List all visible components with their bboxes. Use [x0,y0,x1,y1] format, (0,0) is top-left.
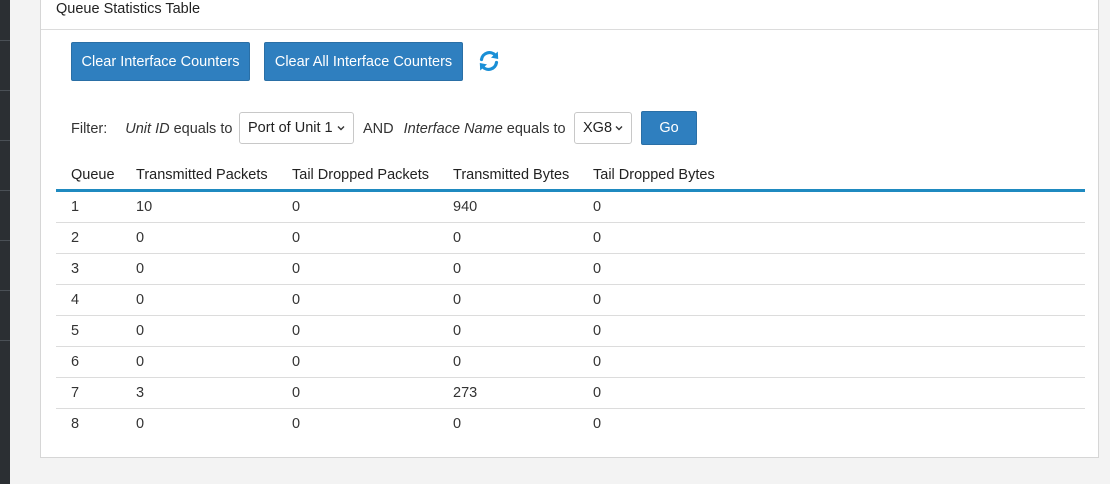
table-row: 5 0 0 0 0 [56,315,1085,347]
interface-name-field-label: Interface Name [403,121,503,137]
filter-label: Filter: [71,121,108,137]
cell-tail-dropped-bytes: 0 [578,315,1085,347]
cell-queue: 8 [71,416,80,432]
chevron-down-icon [615,126,623,131]
unit-id-select[interactable]: Port of Unit 1 [239,112,354,144]
unit-id-select-value: Port of Unit 1 [248,120,333,136]
clear-interface-counters-button[interactable]: Clear Interface Counters [71,42,250,81]
cell-tail-dropped-bytes: 0 [578,190,1085,223]
left-nav-strip [0,0,10,484]
clear-all-interface-counters-button[interactable]: Clear All Interface Counters [264,42,463,81]
cell-tail-dropped-packets: 0 [277,222,438,254]
cell-tail-dropped-packets: 0 [292,416,301,432]
cell-transmitted-bytes: 0 [438,315,578,347]
interface-name-select[interactable]: XG8 [574,112,632,144]
cell-tail-dropped-bytes: 0 [578,222,1085,254]
cell-transmitted-bytes: 940 [438,190,578,223]
cell-tail-dropped-packets: 0 [277,190,438,223]
cell-transmitted-bytes: 0 [453,416,462,432]
table-header-row: Queue Transmitted Packets Tail Dropped P… [56,160,1085,192]
nav-divider [0,240,10,241]
unit-id-field-label: Unit ID [125,121,170,137]
table-row: 1 10 0 940 0 [56,190,1085,223]
column-header-transmitted-bytes[interactable]: Transmitted Bytes [438,160,578,192]
equals-to-label: equals to [506,121,566,137]
cell-tail-dropped-bytes: 0 [578,284,1085,316]
cell-queue: 1 [56,190,121,223]
cell-tail-dropped-bytes: 0 [578,253,1085,285]
table-row: 2 0 0 0 0 [56,222,1085,254]
nav-divider [0,290,10,291]
table-row: 7 3 0 273 0 [56,377,1085,409]
table-row: 3 0 0 0 0 [56,253,1085,285]
queue-statistics-panel: Queue Statistics Table Clear Interface C… [40,0,1099,458]
cell-transmitted-packets: 0 [136,416,145,432]
cell-transmitted-bytes: 0 [438,253,578,285]
cell-transmitted-bytes: 273 [438,377,578,409]
cell-tail-dropped-bytes: 0 [593,416,602,432]
column-header-queue[interactable]: Queue [56,160,121,192]
cell-tail-dropped-packets: 0 [277,315,438,347]
cell-tail-dropped-bytes: 0 [578,377,1085,409]
table-row: 8 0 0 0 0 [56,409,1085,440]
cell-tail-dropped-bytes: 0 [578,346,1085,378]
cell-tail-dropped-packets: 0 [277,377,438,409]
cell-transmitted-bytes: 0 [438,222,578,254]
equals-to-label: equals to [173,121,233,137]
column-header-tail-dropped-bytes[interactable]: Tail Dropped Bytes [578,160,1085,192]
cell-tail-dropped-packets: 0 [277,253,438,285]
cell-queue: 4 [56,284,121,316]
cell-transmitted-bytes: 0 [438,346,578,378]
cell-transmitted-packets: 3 [121,377,277,409]
cell-transmitted-packets: 10 [121,190,277,223]
cell-transmitted-packets: 0 [121,222,277,254]
cell-queue: 7 [56,377,121,409]
cell-transmitted-packets: 0 [121,346,277,378]
cell-queue: 3 [56,253,121,285]
filter-bar: Filter: Unit ID equals to [71,112,232,146]
chevron-down-icon [337,126,345,131]
cell-transmitted-packets: 0 [121,284,277,316]
column-header-transmitted-packets[interactable]: Transmitted Packets [121,160,277,192]
interface-name-select-value: XG8 [583,120,613,136]
cell-transmitted-packets: 0 [121,315,277,347]
cell-queue: 6 [56,346,121,378]
cell-transmitted-packets: 0 [121,253,277,285]
nav-divider [0,190,10,191]
cell-transmitted-bytes: 0 [438,284,578,316]
nav-divider [0,90,10,91]
refresh-icon[interactable] [477,49,501,73]
nav-divider [0,40,10,41]
cell-queue: 2 [56,222,121,254]
table-row: 6 0 0 0 0 [56,346,1085,378]
nav-divider [0,340,10,341]
cell-tail-dropped-packets: 0 [277,346,438,378]
table-row: 4 0 0 0 0 [56,284,1085,316]
filter-bar-right: AND Interface Name equals to [363,112,566,146]
column-header-tail-dropped-packets[interactable]: Tail Dropped Packets [277,160,438,192]
nav-divider [0,140,10,141]
go-button[interactable]: Go [641,111,697,145]
panel-title: Queue Statistics Table [41,0,1098,30]
and-label: AND [363,121,394,137]
cell-queue: 5 [56,315,121,347]
cell-tail-dropped-packets: 0 [277,284,438,316]
queue-statistics-table: Queue Transmitted Packets Tail Dropped P… [56,160,1085,439]
